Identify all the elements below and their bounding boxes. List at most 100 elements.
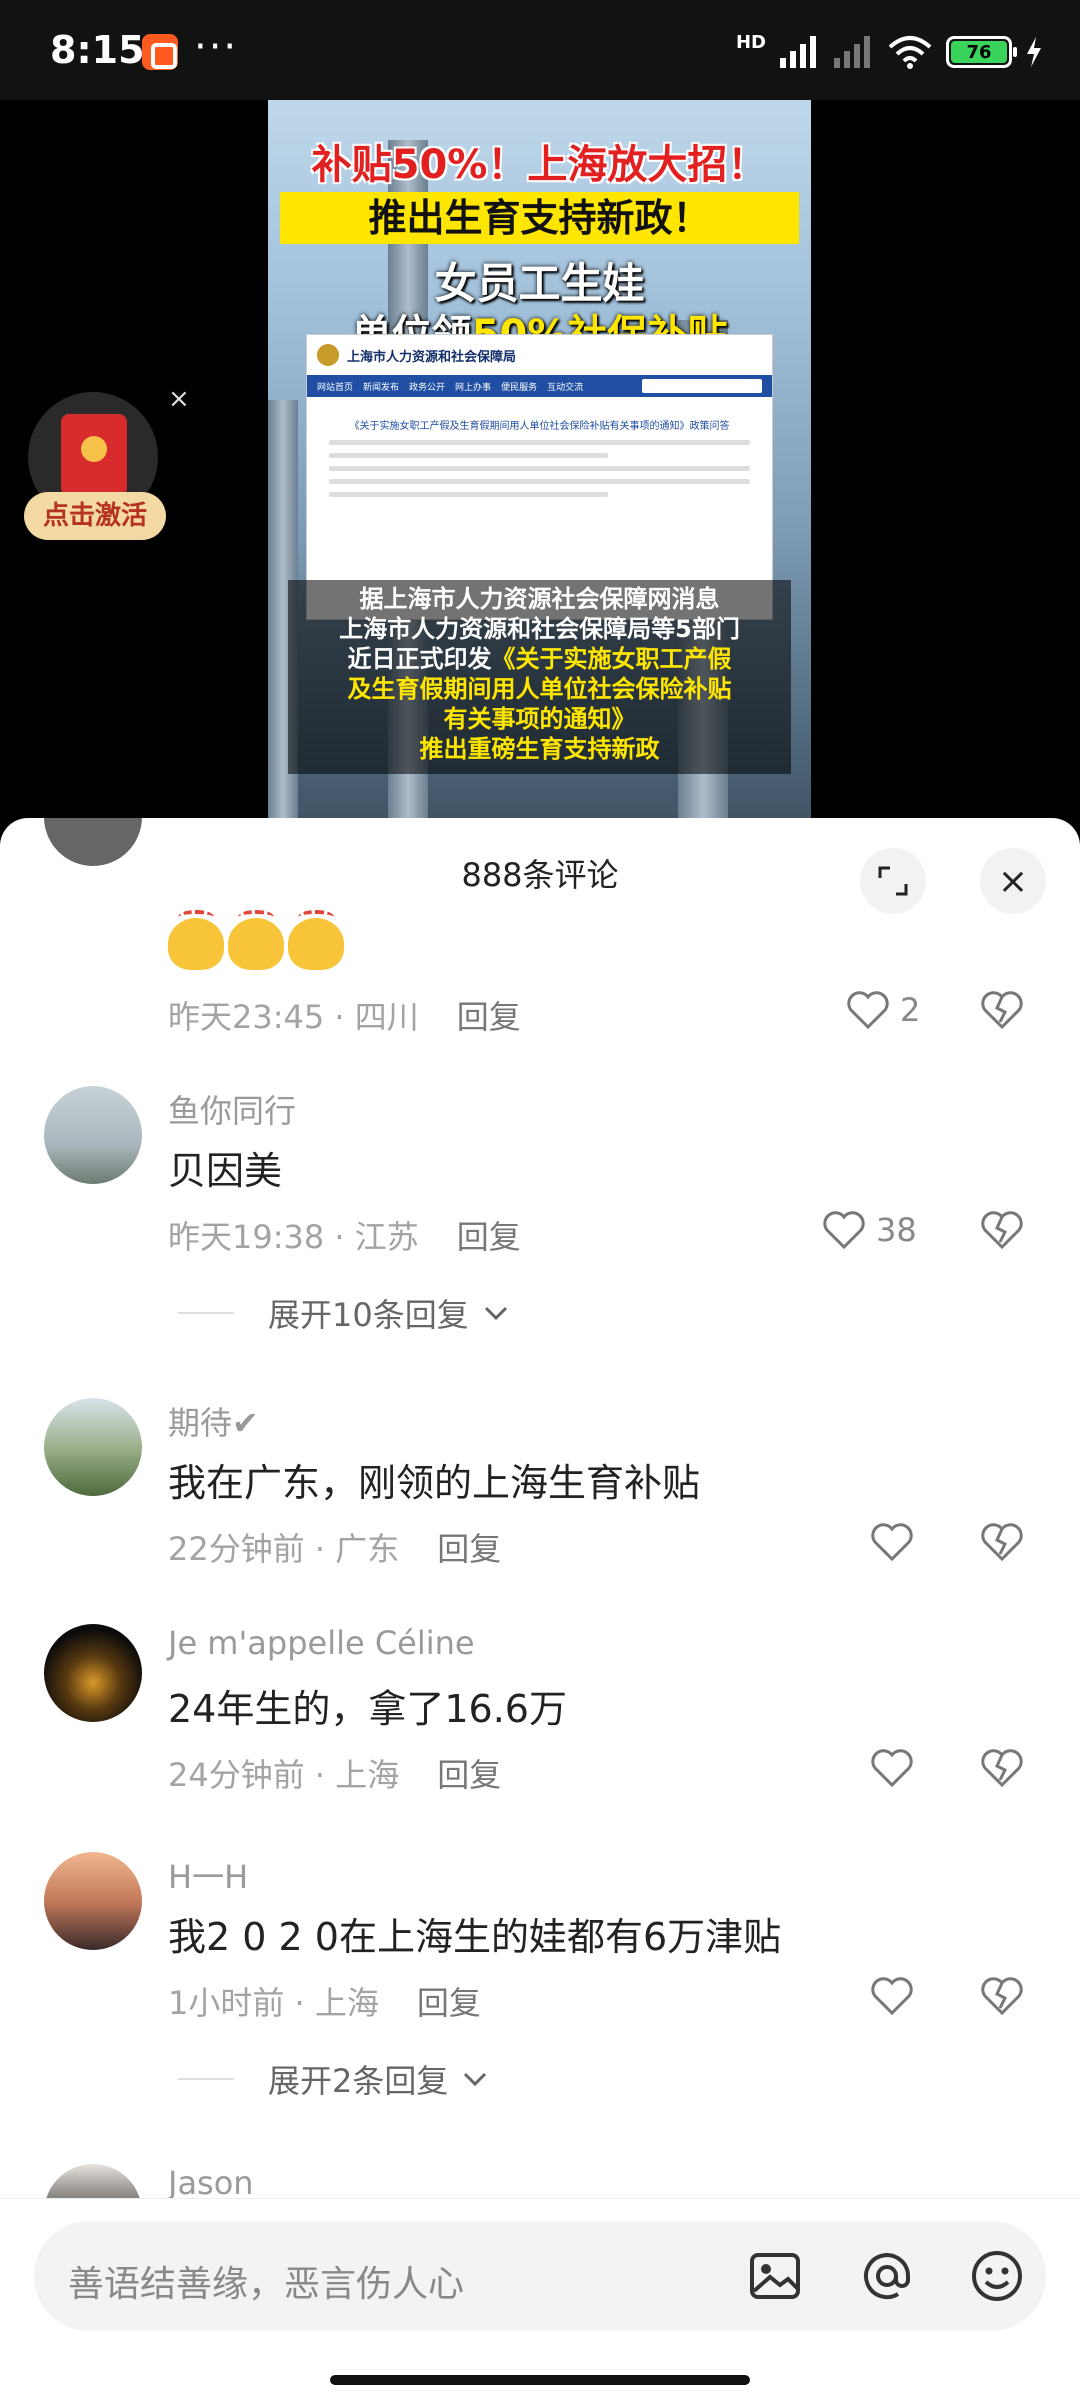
hd-label: HD <box>735 31 766 53</box>
expand-replies-button[interactable]: 展开10条回复 <box>178 1290 509 1336</box>
status-time: 8:15 <box>50 28 145 72</box>
signal-icon <box>780 36 816 68</box>
emoji-button[interactable] <box>968 2247 1026 2305</box>
dislike-button[interactable] <box>980 1976 1024 2020</box>
comment-text: 贝因美 <box>168 1149 283 1193</box>
chevron-down-icon <box>484 1306 507 1321</box>
comment-author[interactable]: 期待✔ <box>168 1398 259 1444</box>
avatar[interactable] <box>44 1086 142 1184</box>
expand-icon <box>878 866 908 896</box>
more-notifications-icon: ··· <box>194 24 239 70</box>
broken-heart-icon <box>981 1977 1023 2016</box>
comment-meta: 1小时前 · 上海 回复 <box>168 1984 481 2022</box>
avatar[interactable] <box>44 1624 142 1722</box>
like-count: 2 <box>900 991 921 1029</box>
doc-nav-item: 新闻发布 <box>363 382 400 393</box>
promo-close-icon[interactable]: × <box>168 384 190 414</box>
caption-line: 有关事项的通知》 <box>443 705 636 733</box>
reply-button[interactable]: 回复 <box>457 1218 521 1256</box>
comment-meta: 昨天19:38 · 江苏 回复 <box>168 1218 521 1256</box>
caption-line: 上海市人力资源和社会保障局等5部门 <box>339 615 740 643</box>
dislike-button[interactable] <box>980 1748 1024 1792</box>
dislike-button[interactable] <box>980 1522 1024 1566</box>
broken-heart-icon <box>981 1523 1023 1562</box>
comments-sheet: 888条评论 × 昨天23:45 · 四川 回复 2 鱼你同行 贝因美 昨天19… <box>0 818 1080 2400</box>
dislike-button[interactable] <box>980 990 1024 1034</box>
comment-text: 24年生的，拿了16.6万 <box>168 1687 567 1731</box>
like-button[interactable] <box>870 1522 914 1562</box>
comment-author[interactable]: Jason <box>168 2164 254 2202</box>
image-icon <box>750 2253 800 2299</box>
doc-text-line <box>329 466 750 471</box>
expand-replies-button[interactable]: 展开2条回复 <box>178 2056 488 2102</box>
doc-text-line <box>329 440 750 445</box>
doc-site-title: 上海市人力资源和社会保障局 <box>347 349 517 365</box>
video-caption: 据上海市人力资源社会保障网消息 上海市人力资源和社会保障局等5部门 近日正式印发… <box>288 580 791 774</box>
comment-time: 24分钟前 <box>168 1756 305 1794</box>
red-envelope-promo[interactable]: 点击激活 × <box>24 384 190 552</box>
video-player[interactable]: 补贴50%！上海放大招！ 推出生育支持新政！ 女员工生娃 单位领50%社保补贴 … <box>0 100 1080 840</box>
reply-button[interactable]: 回复 <box>437 1530 501 1568</box>
battery-level: 76 <box>951 41 1007 63</box>
document-screenshot: 上海市人力资源和社会保障局 网站首页 新闻发布 政务公开 网上办事 便民服务 互… <box>306 334 773 620</box>
wifi-icon <box>888 36 932 69</box>
reply-button[interactable]: 回复 <box>437 1756 501 1794</box>
status-bar: 8:15 ··· HD 76 <box>0 0 1080 100</box>
broken-heart-icon <box>981 1211 1023 1250</box>
activate-button[interactable]: 点击激活 <box>24 492 166 540</box>
caption-line: 据上海市人力资源社会保障网消息 <box>359 585 720 613</box>
comment-input-bar: 善语结善缘，恶言伤人心 <box>0 2198 1080 2400</box>
reply-button[interactable]: 回复 <box>457 998 521 1036</box>
comment-time: 昨天19:38 <box>168 1218 325 1256</box>
red-envelope-icon[interactable] <box>61 414 127 496</box>
comment-meta: 昨天23:45 · 四川 回复 <box>168 998 521 1036</box>
heart-icon <box>871 1977 913 2016</box>
doc-search-box <box>642 379 762 393</box>
like-button[interactable] <box>870 1748 914 1788</box>
doc-text-line <box>329 479 750 484</box>
caption-line: 及生育假期间用人单位社会保险补贴 <box>347 675 732 703</box>
caption-prefix: 近日正式印发 <box>347 645 492 673</box>
comment-author[interactable]: Je m'appelle Céline <box>168 1624 475 1662</box>
heart-icon <box>871 1749 913 1788</box>
doc-nav-item: 互动交流 <box>547 382 584 393</box>
mention-button[interactable] <box>858 2247 916 2305</box>
signal-2-icon <box>834 36 870 68</box>
comment-location: 四川 <box>354 998 419 1036</box>
expand-sheet-button[interactable] <box>860 848 926 914</box>
like-button[interactable]: 38 <box>822 1210 917 1250</box>
reply-button[interactable]: 回复 <box>417 1984 481 2022</box>
comment-author[interactable]: H一H <box>168 1852 248 1898</box>
image-button[interactable] <box>746 2247 804 2305</box>
avatar[interactable] <box>44 1852 142 1950</box>
comment-input-placeholder: 善语结善缘，恶言伤人心 <box>68 2264 465 2305</box>
like-count: 38 <box>876 1211 917 1249</box>
dislike-button[interactable] <box>980 1210 1024 1254</box>
comment-input[interactable]: 善语结善缘，恶言伤人心 <box>34 2221 1046 2331</box>
doc-nav-item: 网站首页 <box>317 382 354 393</box>
like-button[interactable] <box>870 1976 914 2016</box>
home-indicator[interactable] <box>330 2375 750 2385</box>
charging-icon <box>1027 37 1041 67</box>
avatar[interactable] <box>44 1398 142 1496</box>
close-sheet-button[interactable]: × <box>980 848 1046 914</box>
comment-meta: 24分钟前 · 上海 回复 <box>168 1756 502 1794</box>
comment-location: 上海 <box>335 1756 400 1794</box>
caption-line: 近日正式印发《关于实施女职工产假 <box>288 644 791 674</box>
comment-time: 22分钟前 <box>168 1530 305 1568</box>
comment-time: 昨天23:45 <box>168 998 325 1036</box>
expand-replies-label: 展开2条回复 <box>268 2062 449 2100</box>
heart-icon <box>823 1211 865 1250</box>
video-frame[interactable]: 补贴50%！上海放大招！ 推出生育支持新政！ 女员工生娃 单位领50%社保补贴 … <box>268 100 811 820</box>
caption-line: 推出重磅生育支持新政 <box>419 735 660 763</box>
app-notification-icon <box>142 34 178 70</box>
like-button[interactable]: 2 <box>846 990 920 1030</box>
heart-icon <box>871 1523 913 1562</box>
video-headline-2: 推出生育支持新政！ <box>280 192 799 244</box>
doc-nav-item: 政务公开 <box>409 382 446 393</box>
chevron-down-icon <box>464 2072 487 2087</box>
comment-author[interactable]: 鱼你同行 <box>168 1086 296 1132</box>
doc-nav: 网站首页 新闻发布 政务公开 网上办事 便民服务 互动交流 <box>307 375 772 397</box>
at-icon <box>864 2253 910 2300</box>
clap-icon <box>168 910 224 970</box>
